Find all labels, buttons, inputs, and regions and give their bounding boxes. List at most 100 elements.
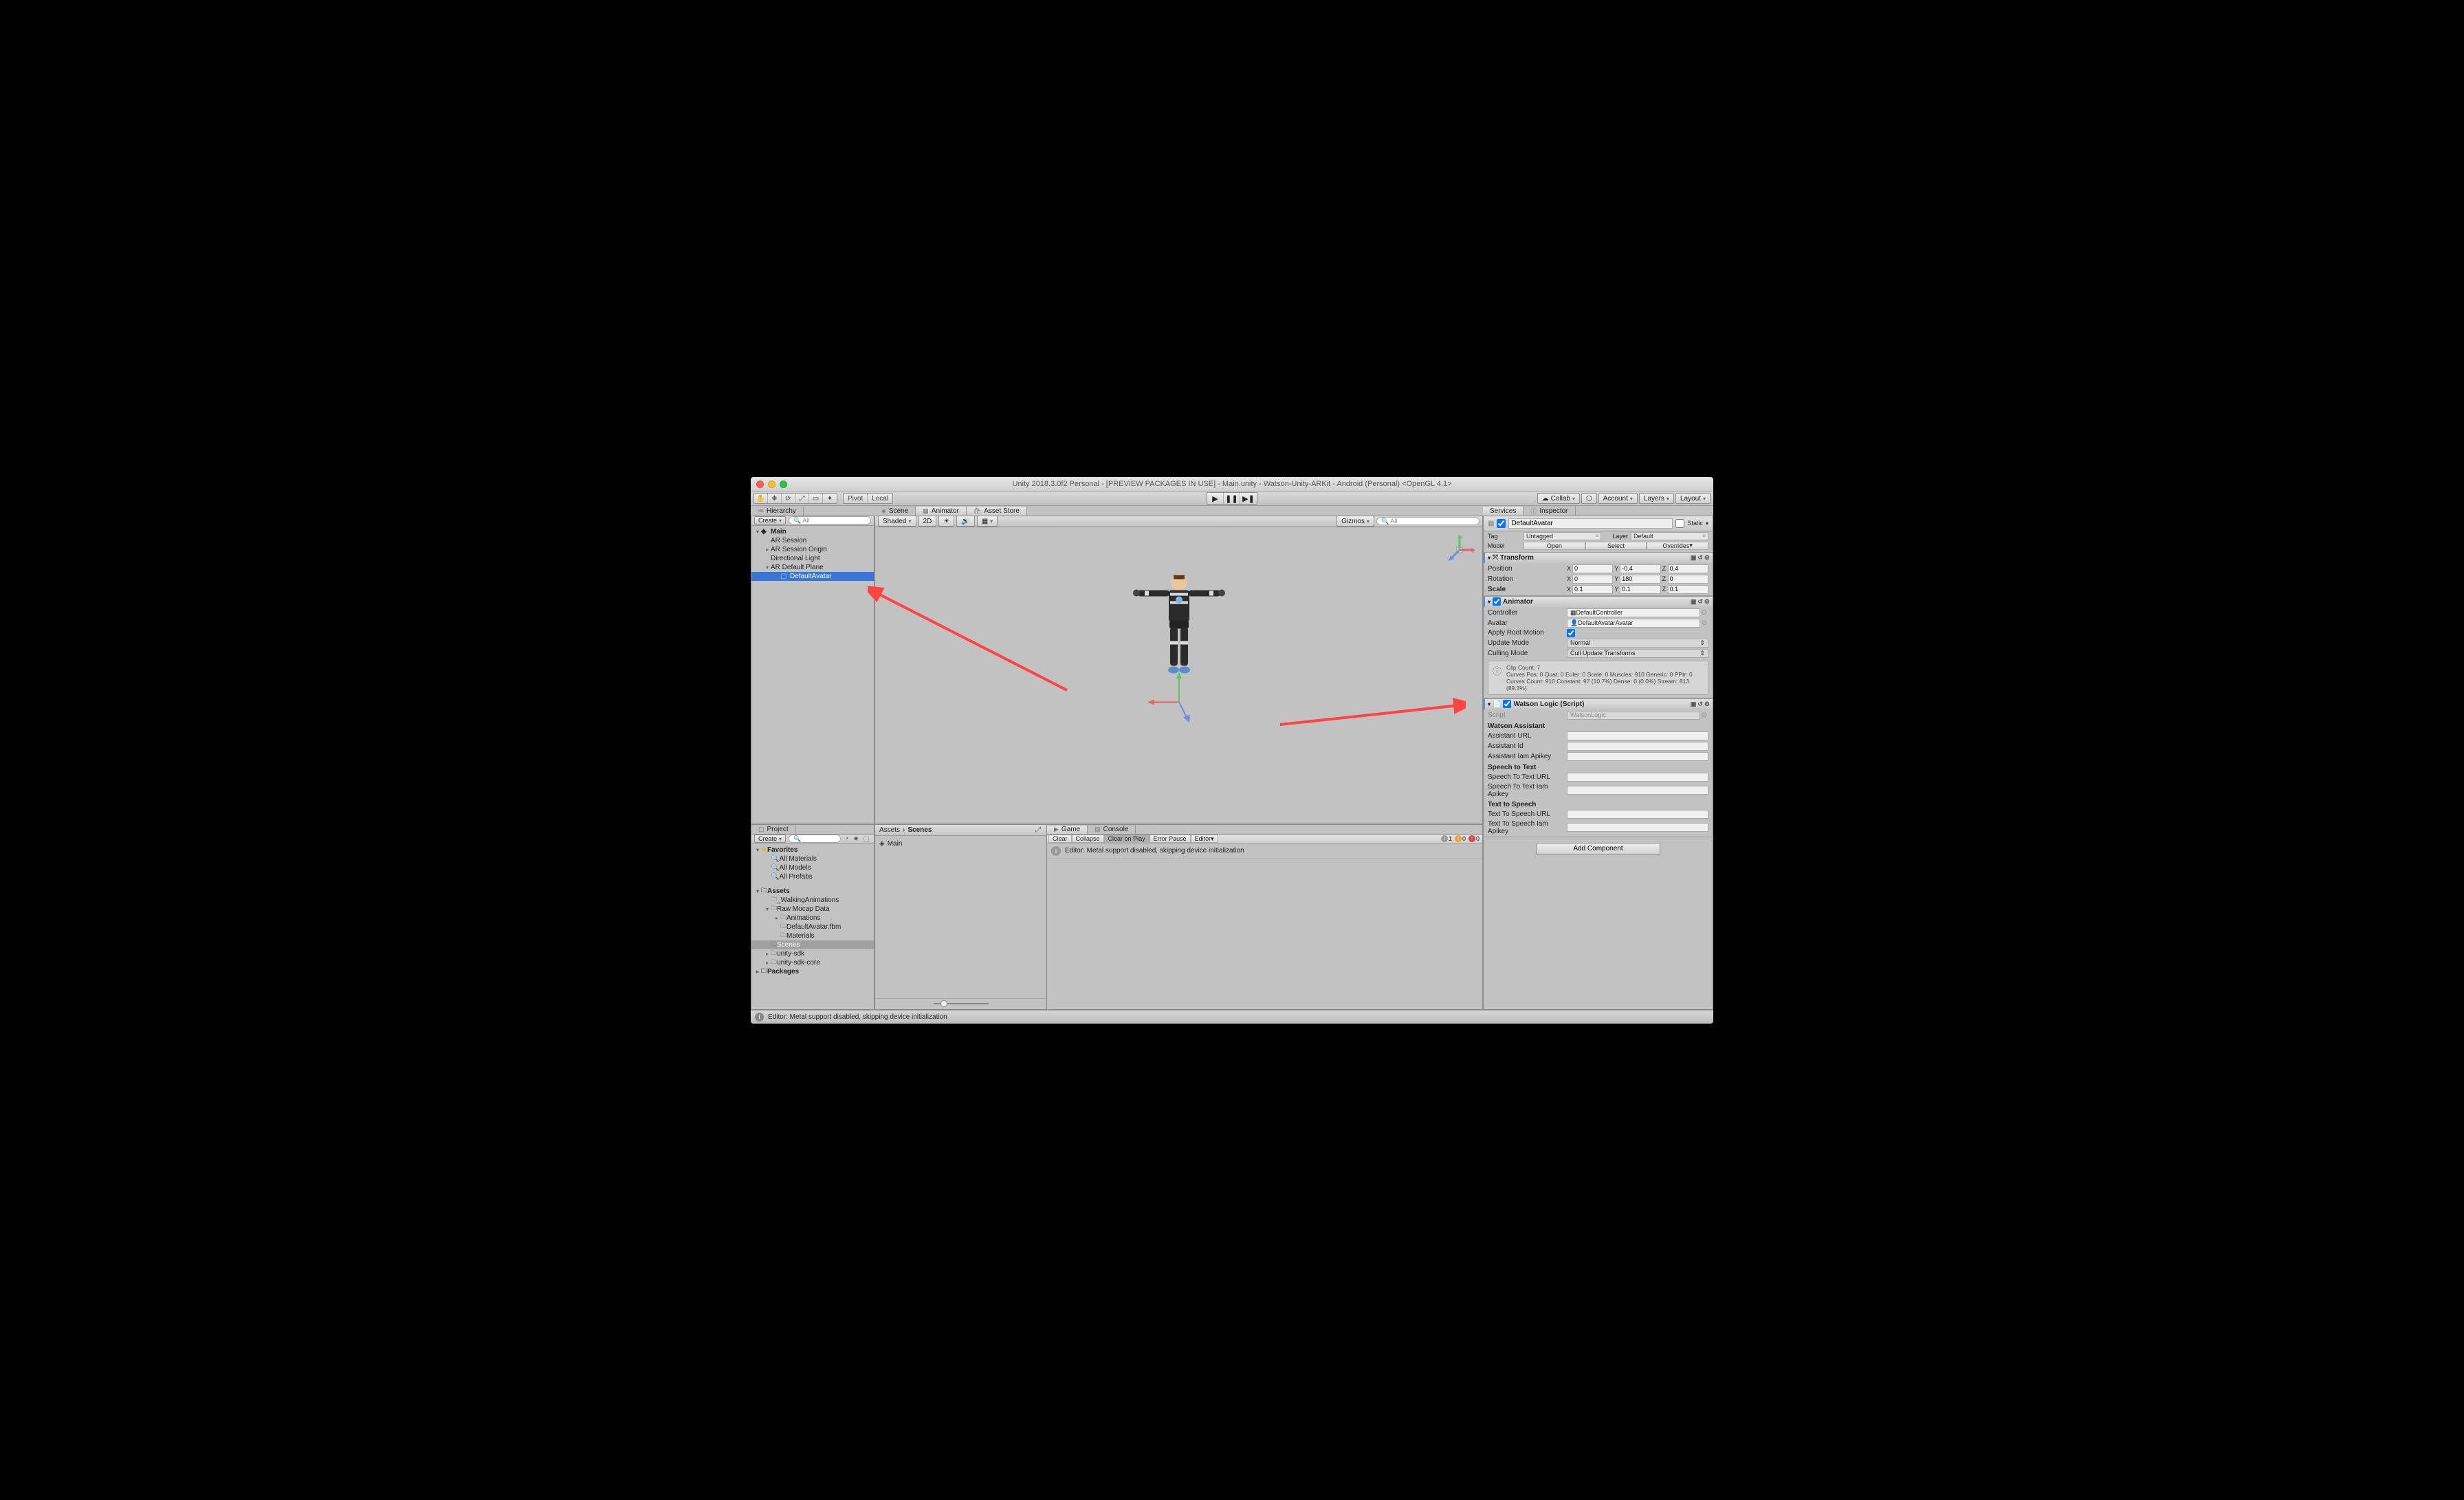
gizmos-dropdown[interactable]: Gizmos [1336,516,1374,527]
collab-dropdown[interactable]: ☁ Collab [1537,493,1580,504]
pivot-toggle[interactable]: Pivot [844,494,868,503]
multi-tool[interactable]: ✦ [823,494,837,503]
clear-button[interactable]: Clear [1048,835,1072,843]
materials-folder[interactable]: 🗀 Materials [751,931,874,940]
reset-icon[interactable]: ↺ [1697,554,1703,562]
2d-toggle[interactable]: 2D [918,516,937,527]
maximize-window-button[interactable] [780,481,787,488]
transform-header[interactable]: ▾⤧ Transform ▣↺⚙ [1484,553,1713,563]
help-icon[interactable]: ▣ [1691,554,1697,562]
console-message[interactable]: i Editor: Metal support disabled, skippi… [1047,844,1482,859]
audio-toggle[interactable]: 🔊 [956,516,974,527]
editor-dropdown[interactable]: Editor ▾ [1191,835,1218,843]
stt-url-field[interactable] [1567,773,1708,782]
assistant-key-field[interactable] [1567,752,1708,761]
scale-x[interactable] [1572,585,1613,594]
watson-header[interactable]: ▾📄 Watson Logic (Script) ▣↺⚙ [1484,699,1713,709]
hierarchy-item-ar-session-origin[interactable]: ▸AR Session Origin [751,545,874,554]
scene-asset-main[interactable]: ◈Main [878,839,1044,849]
help-icon[interactable]: ▣ [1691,598,1697,606]
reset-icon[interactable]: ↺ [1697,598,1703,606]
lock-icon[interactable]: ⤢ [1034,826,1042,834]
error-pause-button[interactable]: Error Pause [1150,835,1191,843]
help-icon[interactable]: ▣ [1691,701,1697,708]
play-button[interactable]: ▶ [1207,493,1224,504]
tag-dropdown[interactable]: Untagged [1524,532,1601,540]
shaded-dropdown[interactable]: Shaded [878,516,916,527]
pause-button[interactable]: ❚❚ [1224,493,1240,504]
scale-y[interactable] [1620,585,1660,594]
watson-enabled[interactable] [1503,700,1511,708]
filter-icon[interactable]: ◔ [844,835,850,843]
update-mode-dropdown[interactable]: Normal⇕ [1567,639,1708,648]
walking-folder[interactable]: 🗀 _WalkingAnimations [751,896,874,905]
animations-folder[interactable]: ▸🗀 Animations [751,914,874,923]
scene-viewport[interactable]: y x [875,527,1482,824]
scene-root[interactable]: ▾◈Main [751,527,874,536]
save-icon[interactable]: ⬚ [862,835,871,843]
hierarchy-item-defaultavatar[interactable]: ▸▢DefaultAvatar [751,572,874,581]
tts-url-field[interactable] [1567,810,1708,819]
controller-field[interactable]: ▦ DefaultController [1567,608,1700,617]
scale-z[interactable] [1668,585,1708,594]
game-tab[interactable]: ▶Game [1047,825,1088,834]
scale-tool[interactable]: ⤢ [795,494,809,503]
add-component-button[interactable]: Add Component [1537,843,1660,855]
model-select-button[interactable]: Select [1585,542,1647,550]
animator-tab[interactable]: ▦Animator [916,506,967,516]
minimize-window-button[interactable] [768,481,776,488]
layer-dropdown[interactable]: Default [1631,532,1708,540]
rot-z[interactable] [1668,575,1708,584]
pos-y[interactable] [1620,564,1660,573]
defaultavatar-folder[interactable]: 🗀 DefaultAvatar.fbm [751,923,874,931]
menu-icon[interactable]: ⚙ [1704,701,1710,708]
gameobject-name-input[interactable] [1508,518,1673,529]
hierarchy-create-dropdown[interactable]: Create [754,516,786,525]
star-icon[interactable]: ★ [852,835,861,843]
layout-dropdown[interactable]: Layout [1675,493,1710,504]
clear-on-play-button[interactable]: Clear on Play [1104,835,1150,843]
layers-dropdown[interactable]: Layers [1639,493,1674,504]
model-overrides-button[interactable]: Overrides ▾ [1647,542,1708,550]
step-button[interactable]: ▶❚ [1240,493,1257,504]
menu-icon[interactable]: ⚙ [1704,598,1710,606]
breadcrumb-assets[interactable]: Assets [879,826,900,834]
animator-header[interactable]: ▾ Animator ▣↺⚙ [1484,597,1713,607]
close-window-button[interactable] [756,481,764,488]
lighting-toggle[interactable]: ☀ [938,516,954,527]
account-dropdown[interactable]: Account [1598,493,1638,504]
static-checkbox[interactable] [1675,519,1684,528]
collapse-button[interactable]: Collapse [1072,835,1104,843]
hierarchy-item-ar-default-plane[interactable]: ▾AR Default Plane [751,563,874,572]
rect-tool[interactable]: ▭ [809,494,823,503]
scene-gizmo[interactable]: y x [1442,533,1477,567]
assistant-id-field[interactable] [1567,742,1708,751]
fx-toggle[interactable]: ▦ [977,516,998,527]
all-prefabs[interactable]: 🔍 All Prefabs [751,872,874,881]
hierarchy-tab[interactable]: ≔Hierarchy [751,506,804,516]
scene-search[interactable]: 🔍 All [1376,517,1480,525]
breadcrumb-scenes[interactable]: Scenes [908,826,932,834]
services-tab[interactable]: Services [1483,506,1524,516]
cloud-button[interactable]: ⬡ [1581,493,1597,504]
model-open-button[interactable]: Open [1524,542,1585,550]
hierarchy-item-directional-light[interactable]: Directional Light [751,554,874,563]
culling-mode-dropdown[interactable]: Cull Update Transforms⇕ [1567,649,1708,658]
project-size-slider[interactable] [875,998,1046,1009]
scene-tab[interactable]: ◈Scene [874,506,916,516]
animator-enabled[interactable] [1493,597,1501,606]
move-tool[interactable]: ✥ [768,494,782,503]
hierarchy-search[interactable]: 🔍 All [789,516,871,525]
unity-sdk-core-folder[interactable]: ▸🗀 unity-sdk-core [751,958,874,967]
assets-group[interactable]: ▾🗀 Assets [751,887,874,896]
unity-sdk-folder[interactable]: ▸🗀 unity-sdk [751,949,874,958]
pos-x[interactable] [1572,564,1613,573]
project-create-dropdown[interactable]: Create [754,835,786,843]
packages-group[interactable]: ▸🗀 Packages [751,967,874,976]
reset-icon[interactable]: ↺ [1697,701,1703,708]
local-toggle[interactable]: Local [868,494,892,503]
pos-z[interactable] [1668,564,1708,573]
hierarchy-item-ar-session[interactable]: AR Session [751,536,874,545]
rotate-tool[interactable]: ⟳ [782,494,795,503]
rot-y[interactable] [1620,575,1660,584]
